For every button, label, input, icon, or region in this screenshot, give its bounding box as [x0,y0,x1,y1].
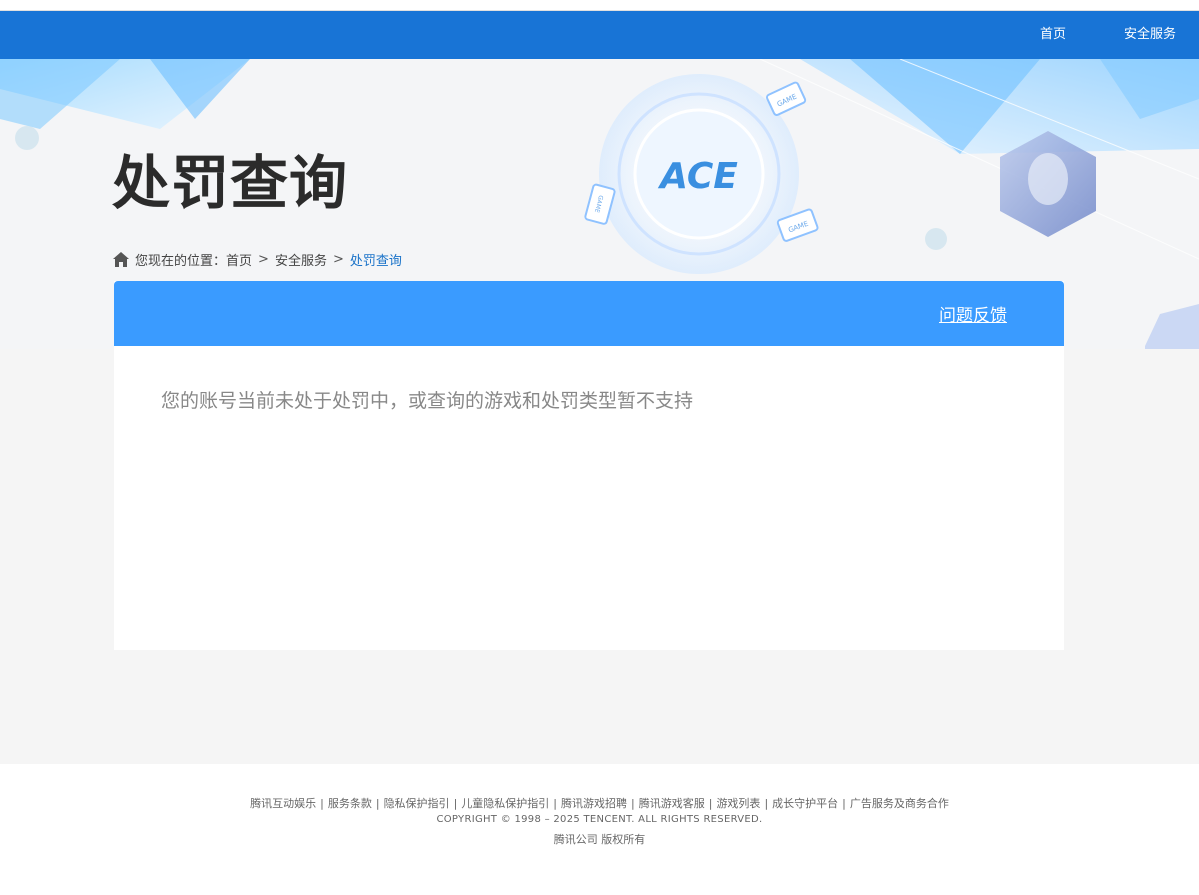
company-rights: 腾讯公司 版权所有 [553,833,646,846]
footer-link-tencent-games[interactable]: 腾讯互动娱乐 [250,797,316,810]
footer: 腾讯互动娱乐 | 服务条款 | 隐私保护指引 | 儿童隐私保护指引 | 腾讯游戏招聘 | 腾讯游戏客… [0,764,1199,895]
result-message: 您的账号当前未处于处罚中，或查询的游戏和处罚类型暂不支持 [161,390,694,412]
nav-home-link[interactable]: 首页 [1040,11,1066,59]
character-fragment [1145,304,1199,349]
panel-header: 问题反馈 [114,281,1064,346]
breadcrumb-current: 处罚查询 [349,253,402,269]
page-title: 处罚查询 [112,149,349,217]
footer-link-terms[interactable]: 服务条款 [328,797,372,810]
feedback-link[interactable]: 问题反馈 [939,301,1007,326]
breadcrumb-separator: > [258,251,269,267]
footer-link-child-privacy[interactable]: 儿童隐私保护指引 [461,797,549,810]
result-panel: 问题反馈 您的账号当前未处于处罚中，或查询的游戏和处罚类型暂不支持 [114,281,1064,650]
footer-link-privacy[interactable]: 隐私保护指引 [384,797,450,810]
footer-link-growth-guard[interactable]: 成长守护平台 [772,797,838,810]
game-card-icon: GAME [765,81,807,116]
top-border [0,0,1199,11]
breadcrumb-home-link[interactable]: 首页 [226,250,252,269]
footer-link-game-list[interactable]: 游戏列表 [716,797,760,810]
copyright-text: COPYRIGHT © 1998 – 2025 TENCENT. ALL RIG… [436,814,763,825]
footer-link-customer-service[interactable]: 腾讯游戏客服 [639,797,705,810]
footer-link-ads-business[interactable]: 广告服务及商务合作 [850,797,949,810]
top-navbar: 首页 安全服务 [0,11,1199,59]
footer-links: 腾讯互动娱乐 | 服务条款 | 隐私保护指引 | 儿童隐私保护指引 | 腾讯游戏招聘 | 腾讯游戏客… [250,797,949,810]
footer-link-careers[interactable]: 腾讯游戏招聘 [561,797,627,810]
nav-security-services-link[interactable]: 安全服务 [1124,11,1176,59]
home-icon [113,251,129,267]
breadcrumb: 您现在的位置： 首页 > 安全服务 > 处罚查询 [113,250,402,269]
breadcrumb-prefix: 您现在的位置： [135,253,227,269]
breadcrumb-security-link[interactable]: 安全服务 [275,250,327,269]
breadcrumb-separator: > [332,251,344,267]
ace-logo-text: ACE [657,156,738,197]
